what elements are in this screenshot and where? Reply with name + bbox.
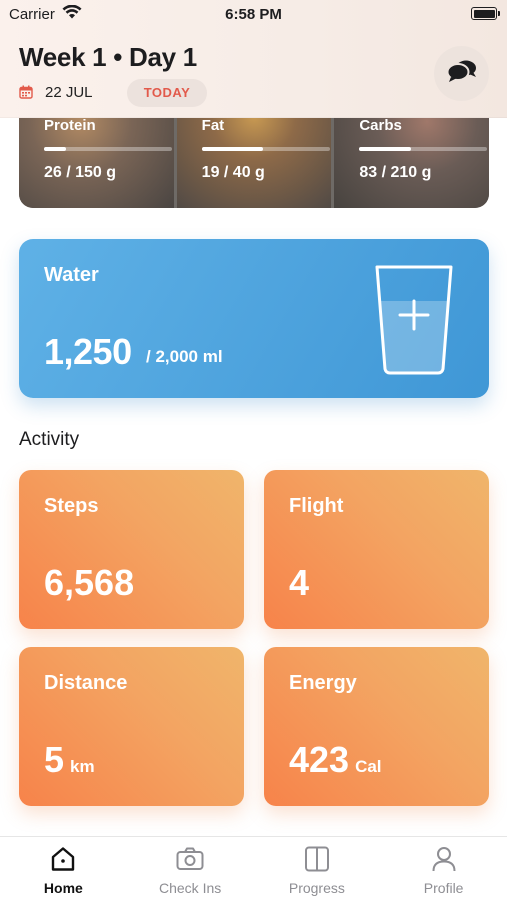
header: Carrier 6:58 PM Week 1 • Day 1 22 JUL TO… — [0, 0, 507, 118]
card-value: 423 Cal — [289, 739, 382, 781]
card-number: 6,568 — [44, 562, 135, 603]
page-title: Week 1 • Day 1 — [19, 42, 197, 72]
status-bar: Carrier 6:58 PM — [0, 0, 507, 28]
macro-value: 83 / 210 g — [359, 164, 432, 181]
camera-icon — [175, 845, 205, 878]
macro-progress-bar — [201, 147, 330, 151]
macro-label: Fat — [201, 117, 225, 134]
progress-icon — [303, 845, 331, 878]
tab-label: Home — [43, 880, 83, 896]
steps-card[interactable]: Steps 6,568 — [19, 470, 244, 629]
tab-label: Progress — [288, 880, 345, 896]
card-unit: Cal — [355, 757, 382, 776]
flight-card[interactable]: Flight 4 — [264, 470, 489, 629]
card-number: 423 — [289, 739, 350, 780]
macro-progress-fill — [44, 147, 66, 151]
card-value: 4 — [289, 562, 309, 604]
macro-progress-fill — [201, 147, 264, 151]
card-unit: km — [70, 757, 95, 776]
current-date[interactable]: 22 JUL — [45, 84, 93, 101]
activity-section-title: Activity — [19, 429, 80, 450]
distance-card[interactable]: Distance 5 km — [19, 647, 244, 806]
water-card[interactable]: Water 1,250 / 2,000 ml — [19, 239, 489, 398]
app-screen: Protein 26 / 150 g Fat 19 / 40 g Carbs 8… — [0, 0, 507, 900]
energy-card[interactable]: Energy 423 Cal — [264, 647, 489, 806]
macro-progress-fill — [359, 147, 411, 151]
card-value: 5 km — [44, 739, 95, 781]
water-goal: / 2,000 ml — [146, 347, 223, 366]
tab-home[interactable]: Home — [0, 837, 127, 900]
card-label: Flight — [289, 495, 344, 517]
macro-label: Carbs — [359, 117, 402, 134]
macro-progress-bar — [44, 147, 172, 151]
card-label: Energy — [289, 672, 357, 694]
card-value: 6,568 — [44, 562, 134, 604]
status-time: 6:58 PM — [225, 6, 282, 23]
card-label: Steps — [44, 495, 99, 517]
battery-icon — [471, 7, 500, 20]
tab-bar: Home Check Ins Progress Profile — [0, 836, 507, 900]
profile-icon — [430, 845, 458, 878]
home-icon — [49, 845, 77, 878]
chat-button[interactable] — [434, 46, 489, 101]
tab-profile[interactable]: Profile — [380, 837, 507, 900]
tab-label: Check Ins — [159, 880, 222, 896]
macro-progress-bar — [359, 147, 488, 151]
add-water-glass-icon[interactable] — [374, 263, 454, 380]
chat-icon — [446, 58, 478, 89]
water-label: Water — [44, 264, 99, 286]
tab-label: Profile — [423, 880, 464, 896]
macro-value: 19 / 40 g — [201, 164, 265, 181]
macro-value: 26 / 150 g — [44, 164, 117, 181]
macro-label: Protein — [44, 117, 96, 134]
card-number: 5 — [44, 739, 65, 780]
today-button[interactable]: TODAY — [127, 79, 207, 107]
tab-progress[interactable]: Progress — [254, 837, 381, 900]
tab-check-ins[interactable]: Check Ins — [127, 837, 254, 900]
card-label: Distance — [44, 672, 128, 694]
water-amount: 1,250 — [44, 331, 132, 372]
calendar-icon — [19, 85, 33, 104]
card-number: 4 — [289, 562, 310, 603]
